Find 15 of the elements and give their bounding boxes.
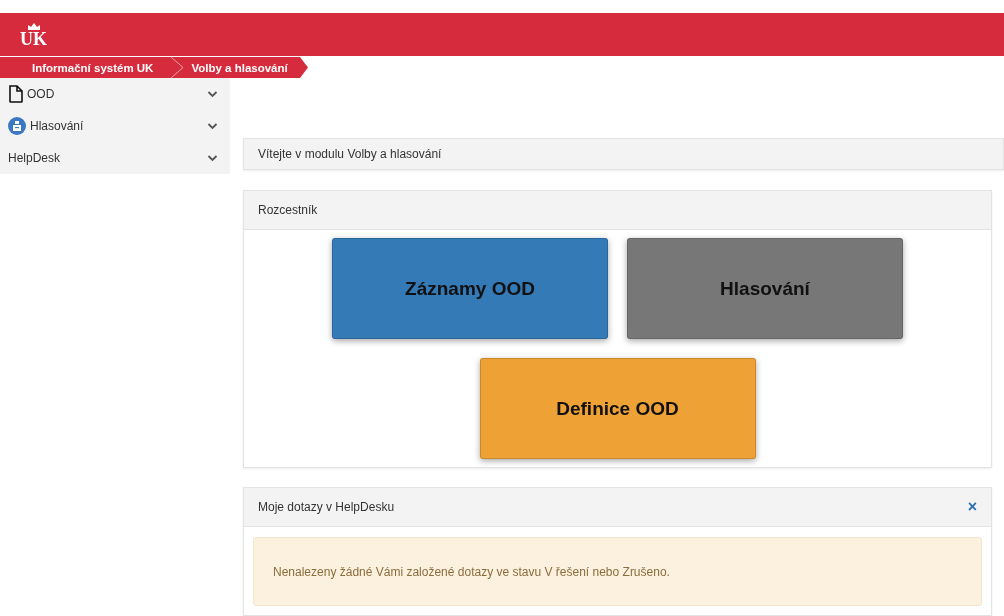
document-icon — [8, 85, 23, 103]
breadcrumb-link[interactable]: Informační systém UK — [0, 57, 172, 78]
sidebar-item[interactable]: HelpDesk — [0, 142, 230, 174]
tile-button[interactable]: Hlasování — [627, 238, 903, 339]
tile-button[interactable]: Záznamy OOD — [332, 238, 608, 339]
sidebar-item[interactable]: OOD — [0, 78, 230, 110]
panel-title: Moje dotazy v HelpDesku — [258, 500, 395, 514]
tile-button[interactable]: Definice OOD — [479, 358, 756, 459]
info-alert: Nenalezeny žádné Vámi založené dotazy ve stavu V řešení nebo Zrušeno. — [253, 537, 982, 606]
close-button[interactable]: × — [967, 498, 977, 516]
ballot-box-icon — [8, 117, 26, 135]
university-logo[interactable]: UK — [20, 22, 47, 47]
panel-title: Vítejte v modulu Volby a hlasování — [258, 147, 442, 161]
panel-title: Rozcestník — [258, 203, 318, 217]
sidebar-item[interactable]: Hlasování — [0, 110, 230, 142]
